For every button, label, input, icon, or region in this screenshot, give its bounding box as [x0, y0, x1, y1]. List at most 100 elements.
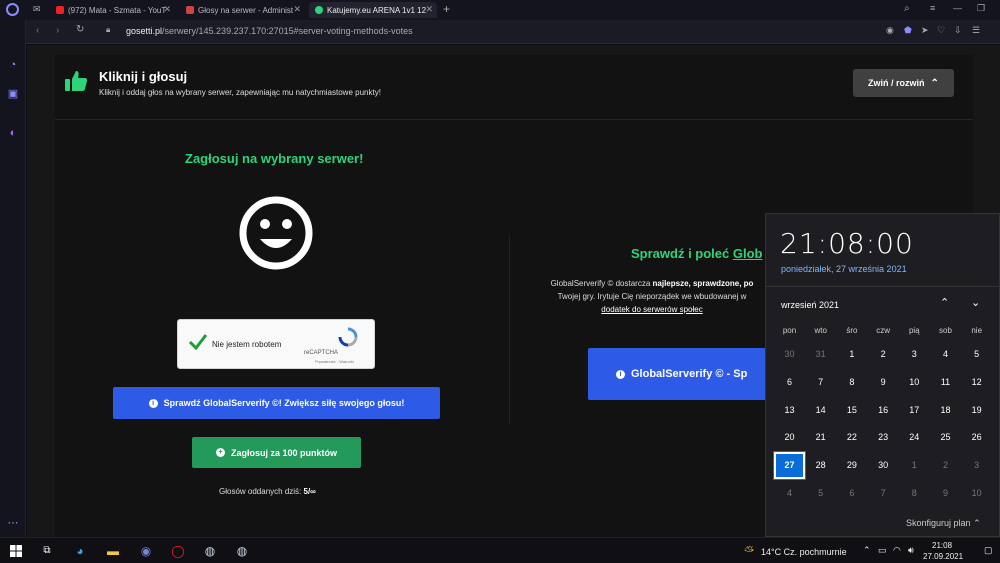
weather-text[interactable]: 14°C Cz. pochmurnie — [761, 547, 847, 557]
reload-icon[interactable]: ↻ — [76, 24, 84, 35]
back-icon[interactable]: ‹ — [36, 25, 39, 36]
date-long-link[interactable]: poniedziałek, 27 września 2021 — [781, 264, 907, 274]
month-label[interactable]: wrzesień 2021 — [781, 300, 839, 310]
collapse-toggle-button[interactable]: Zwiń / rozwiń ⌃ — [853, 69, 954, 97]
calendar-day[interactable]: 18 — [930, 397, 961, 424]
calendar-day[interactable]: 31 — [805, 341, 836, 368]
configure-plan-link[interactable]: Skonfiguruj plan ⌃ — [906, 518, 981, 529]
volume-icon[interactable]: 🔊︎ — [908, 545, 914, 556]
more-icon[interactable]: ⋯ — [6, 516, 20, 530]
close-icon[interactable]: ✕ — [293, 4, 301, 15]
calendar-day[interactable]: 4 — [774, 480, 805, 507]
download-icon[interactable]: ⇩ — [954, 25, 962, 36]
chevron-down-icon[interactable]: ⌄ — [971, 296, 980, 309]
bag-icon[interactable]: ▣ — [6, 87, 20, 101]
calendar-day[interactable]: 10 — [899, 369, 930, 396]
weather-icon[interactable]: ⛅︎ — [741, 543, 757, 559]
calendar-day[interactable]: 30 — [774, 341, 805, 368]
calendar-day[interactable]: 8 — [836, 369, 867, 396]
calendar-day[interactable]: 22 — [836, 424, 867, 451]
calendar-day[interactable]: 1 — [899, 452, 930, 479]
menu-icon[interactable]: ≡ — [930, 3, 935, 13]
calendar-day[interactable]: 20 — [774, 424, 805, 451]
close-icon[interactable]: ✕ — [163, 4, 171, 15]
forward-icon[interactable]: › — [56, 25, 59, 36]
check-globalserverify-button[interactable]: i Sprawdź GlobalServerify ©! Zwiększ sił… — [113, 387, 440, 419]
search-icon[interactable]: ⌕ — [904, 3, 910, 14]
calendar-day[interactable]: 19 — [961, 397, 992, 424]
messenger-icon[interactable]: ◐ — [6, 126, 20, 140]
tab-overview-icon[interactable]: ✉ — [33, 4, 41, 15]
recaptcha-widget[interactable]: Nie jestem robotem reCAPTCHA Prywatność … — [177, 319, 375, 369]
calendar-day[interactable]: 23 — [868, 424, 899, 451]
discord-icon[interactable]: ◉ — [138, 543, 154, 559]
calendar-day[interactable]: 2 — [868, 341, 899, 368]
calendar-day[interactable]: 12 — [961, 369, 992, 396]
captcha-links[interactable]: Prywatność - Warunki — [315, 359, 354, 364]
tab-admin[interactable]: Głosy na serwer - Administ ✕ — [180, 2, 305, 18]
calendar-day[interactable]: 6 — [836, 480, 867, 507]
calendar-day[interactable]: 15 — [836, 397, 867, 424]
taskbar-time[interactable]: 21:08 — [932, 541, 952, 550]
calendar-day[interactable]: 26 — [961, 424, 992, 451]
opera-icon[interactable]: ◯ — [170, 543, 186, 559]
calendar-day[interactable]: 29 — [836, 452, 867, 479]
calendar-day[interactable]: 25 — [930, 424, 961, 451]
shield-icon[interactable]: ⬟ — [904, 25, 912, 36]
promo-heading-link[interactable]: Glob — [733, 246, 763, 261]
calendar-day[interactable]: 30 — [868, 452, 899, 479]
task-view-icon[interactable]: ⧉ — [39, 543, 55, 559]
file-explorer-icon[interactable]: ▬ — [105, 543, 121, 559]
calendar-day[interactable]: 8 — [899, 480, 930, 507]
url-field[interactable]: gosetti.pl/serwery/145.239.237.170:27015… — [126, 26, 413, 36]
speed-dial-icon[interactable]: ◔ — [6, 58, 20, 72]
calendar-day[interactable]: 7 — [805, 369, 836, 396]
calendar-day[interactable]: 9 — [930, 480, 961, 507]
new-tab-button[interactable]: + — [443, 2, 450, 16]
calendar-day[interactable]: 10 — [961, 480, 992, 507]
steam-icon[interactable]: ◍ — [234, 543, 250, 559]
tab-katujemy[interactable]: Katujemy.eu ARENA 1v1 12 ✕ — [309, 2, 437, 18]
calendar-day[interactable]: 2 — [930, 452, 961, 479]
calendar-day[interactable]: 3 — [899, 341, 930, 368]
send-icon[interactable]: ➤ — [921, 25, 929, 36]
tray-chevron-icon[interactable]: ⌃ — [863, 545, 871, 556]
close-icon[interactable]: ✕ — [425, 4, 433, 15]
minimize-button[interactable]: — — [953, 3, 962, 13]
calendar-day[interactable]: 28 — [805, 452, 836, 479]
calendar-day[interactable]: 5 — [805, 480, 836, 507]
vote-button[interactable]: + Zagłosuj za 100 punktów — [192, 437, 361, 468]
calendar-day[interactable]: 14 — [805, 397, 836, 424]
maximize-button[interactable]: ❐ — [977, 3, 985, 14]
calendar-day[interactable]: 16 — [868, 397, 899, 424]
calendar-day[interactable]: 11 — [930, 369, 961, 396]
chevron-up-icon[interactable]: ⌃ — [940, 296, 949, 309]
taskbar-date[interactable]: 27.09.2021 — [923, 552, 963, 561]
calendar-day[interactable]: 4 — [930, 341, 961, 368]
calendar-day[interactable]: 17 — [899, 397, 930, 424]
windows-start-icon[interactable] — [10, 545, 22, 557]
calendar-day[interactable]: 13 — [774, 397, 805, 424]
network-icon[interactable]: ◠ — [893, 545, 901, 556]
calendar-day[interactable]: 21 — [805, 424, 836, 451]
calendar-day[interactable]: 24 — [899, 424, 930, 451]
notifications-icon[interactable]: ▢ — [984, 545, 993, 556]
addon-link[interactable]: dodatek do serwerów społec — [601, 305, 702, 314]
heart-icon[interactable]: ♡ — [937, 25, 945, 36]
edge-icon[interactable]: ◕ — [72, 543, 88, 559]
steam-icon[interactable]: ◍ — [202, 543, 218, 559]
tab-youtube[interactable]: (972) Mata - Szmata - YouT ✕ — [50, 2, 175, 18]
globalserverify-button[interactable]: i GlobalServerify © - Sp — [588, 348, 778, 400]
calendar-day[interactable]: 5 — [961, 341, 992, 368]
checkmark-icon[interactable] — [188, 333, 208, 351]
opera-menu-icon[interactable] — [6, 3, 19, 16]
display-icon[interactable]: ▭ — [878, 545, 887, 556]
camera-icon[interactable]: ◉ — [886, 25, 894, 36]
calendar-day[interactable]: 9 — [868, 369, 899, 396]
calendar-day[interactable]: 7 — [868, 480, 899, 507]
calendar-day-today[interactable]: 27 — [773, 451, 806, 481]
calendar-day[interactable]: 1 — [836, 341, 867, 368]
easy-setup-icon[interactable]: ☰ — [972, 25, 980, 36]
calendar-day[interactable]: 3 — [961, 452, 992, 479]
calendar-day[interactable]: 6 — [774, 369, 805, 396]
